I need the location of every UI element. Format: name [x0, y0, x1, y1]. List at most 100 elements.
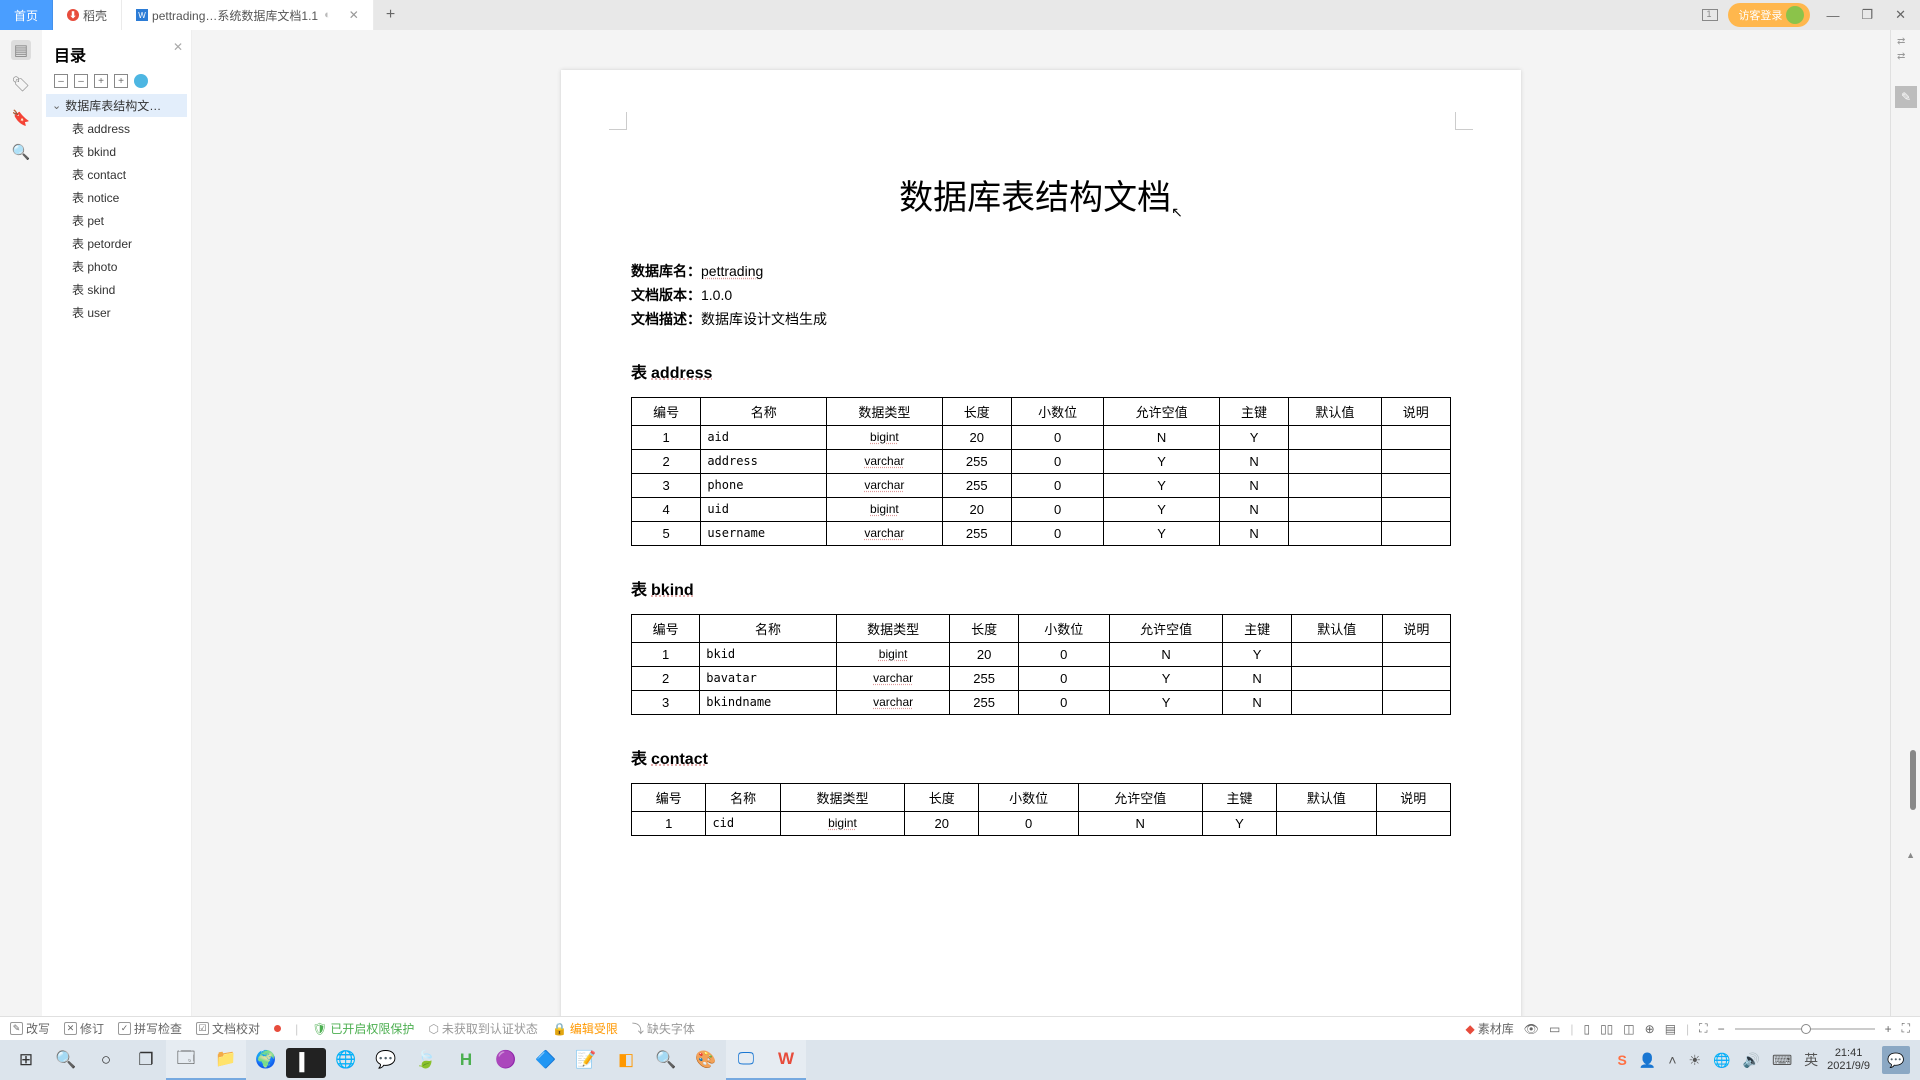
tray-network-icon[interactable]: 🌐: [1710, 1052, 1733, 1069]
minimize-button[interactable]: —: [1820, 8, 1845, 23]
zoom-knob[interactable]: [1801, 1024, 1811, 1034]
app-clover-icon[interactable]: 🔷: [526, 1040, 566, 1080]
tree-item-skind[interactable]: 表 skind: [46, 278, 187, 301]
search-icon[interactable]: 🔍: [11, 142, 31, 162]
edit-mode-icon[interactable]: ✎: [1895, 86, 1917, 108]
app-eclipse-icon[interactable]: 🟣: [486, 1040, 526, 1080]
start-button[interactable]: ⊞: [6, 1040, 46, 1080]
app-h-icon[interactable]: H: [446, 1040, 486, 1080]
status-spellcheck[interactable]: ✓拼写检查: [118, 1020, 182, 1037]
table-header: 主键: [1223, 614, 1291, 642]
eye-icon[interactable]: 👁: [1524, 1022, 1539, 1036]
tab-home[interactable]: 首页: [0, 0, 53, 30]
app-zoom-icon[interactable]: 🔍: [646, 1040, 686, 1080]
outline-title: 目录: [46, 38, 187, 72]
table-cell: 1: [632, 811, 706, 835]
layout-book-icon[interactable]: ◫: [1623, 1022, 1634, 1036]
tray-chevron-icon[interactable]: ˄: [1665, 1052, 1679, 1068]
layout-single-icon[interactable]: ▯: [1583, 1022, 1590, 1036]
tree-item-user[interactable]: 表 user: [46, 301, 187, 324]
tab-doke[interactable]: ⬇稻壳: [53, 0, 122, 30]
fullscreen-icon[interactable]: ⛶: [1902, 1021, 1910, 1036]
taskbar-search-icon[interactable]: 🔍: [46, 1040, 86, 1080]
app-wechat-icon[interactable]: 💬: [366, 1040, 406, 1080]
close-outline-icon[interactable]: ✕: [173, 40, 183, 54]
fit-width-icon[interactable]: ⛶: [1699, 1021, 1707, 1036]
scroll-up-icon[interactable]: ▲: [1906, 850, 1915, 860]
status-missing-font[interactable]: ⤵缺失字体: [632, 1020, 695, 1037]
zoom-out-button[interactable]: −: [1718, 1022, 1725, 1036]
table-header: 名称: [706, 783, 780, 811]
scrollbar-thumb[interactable]: [1910, 750, 1916, 810]
status-rights[interactable]: 🛡已开启权限保护: [312, 1020, 414, 1037]
expand2-icon[interactable]: +: [114, 74, 128, 88]
layout-web-icon[interactable]: ⊕: [1645, 1022, 1655, 1036]
table-cell: [1291, 690, 1382, 714]
tab-document[interactable]: W pettrading…系统数据库文档1.1 ◐ ✕: [122, 0, 374, 30]
view-page-icon[interactable]: ▭: [1549, 1022, 1560, 1036]
status-proofread[interactable]: ☑文档校对: [196, 1020, 260, 1037]
close-icon[interactable]: ✕: [349, 8, 359, 22]
close-window-button[interactable]: ✕: [1889, 7, 1912, 23]
table-cell: 0: [1018, 690, 1109, 714]
table-cell: [1277, 811, 1376, 835]
app-terminal-icon[interactable]: ▍: [286, 1048, 326, 1078]
zoom-in-button[interactable]: +: [1885, 1022, 1892, 1036]
status-revise[interactable]: ✕修订: [64, 1020, 104, 1037]
material-library[interactable]: ◆素材库: [1466, 1020, 1514, 1037]
app-leaf-icon[interactable]: 🍃: [406, 1040, 446, 1080]
document-canvas[interactable]: 数据库表结构文档↖ 数据库名：pettrading 文档版本：1.0.0 文档描…: [192, 30, 1890, 1040]
status-auth[interactable]: ⬡未获取到认证状态: [428, 1020, 538, 1037]
tray-volume-icon[interactable]: 🔊: [1740, 1052, 1763, 1069]
tray-sogou-icon[interactable]: S: [1615, 1052, 1630, 1068]
status-rewrite[interactable]: ✎改写: [10, 1020, 50, 1037]
tree-item-petorder[interactable]: 表 petorder: [46, 232, 187, 255]
tree-item-photo[interactable]: 表 photo: [46, 255, 187, 278]
app-cube-icon[interactable]: ◧: [606, 1040, 646, 1080]
app-notes-icon[interactable]: 📝: [566, 1040, 606, 1080]
app-chrome-icon[interactable]: 🌐: [326, 1040, 366, 1080]
table-header: 小数位: [1018, 614, 1109, 642]
window-count-icon[interactable]: [1702, 9, 1718, 21]
bookmark-icon[interactable]: 🔖: [11, 108, 31, 128]
sync-icon[interactable]: [134, 74, 148, 88]
outline-icon[interactable]: ▤: [11, 40, 31, 60]
app-wps-icon[interactable]: W: [766, 1040, 806, 1080]
zoom-slider[interactable]: [1735, 1028, 1875, 1030]
app-folder-icon[interactable]: 🗔: [166, 1040, 206, 1080]
cortana-icon[interactable]: ○: [86, 1040, 126, 1080]
tree-root[interactable]: 数据库表结构文…: [46, 94, 187, 117]
tag-icon[interactable]: 🏷: [11, 74, 31, 94]
table-header: 允许空值: [1104, 397, 1220, 425]
taskview-icon[interactable]: ❐: [126, 1040, 166, 1080]
login-button[interactable]: 访客登录: [1728, 3, 1810, 27]
tree-item-bkind[interactable]: 表 bkind: [46, 140, 187, 163]
tray-people-icon[interactable]: 👤: [1636, 1052, 1659, 1069]
layout-double-icon[interactable]: ▯▯: [1600, 1022, 1613, 1036]
table-cell: varchar: [827, 473, 943, 497]
table-cell: Y: [1219, 425, 1288, 449]
maximize-button[interactable]: ❐: [1855, 7, 1879, 23]
tree-item-notice[interactable]: 表 notice: [46, 186, 187, 209]
ruler-icon[interactable]: ⇄⇄: [1897, 36, 1905, 62]
expand-icon[interactable]: +: [94, 74, 108, 88]
status-restrict[interactable]: 🔒编辑受限: [552, 1020, 618, 1037]
tree-item-address[interactable]: 表 address: [46, 117, 187, 140]
taskbar-clock[interactable]: 21:41 2021/9/9: [1827, 1047, 1870, 1073]
tree-item-contact[interactable]: 表 contact: [46, 163, 187, 186]
app-paint-icon[interactable]: 🎨: [686, 1040, 726, 1080]
table-cell: bkid: [700, 642, 837, 666]
tray-ime-icon[interactable]: ⌨: [1769, 1052, 1795, 1069]
collapse-all-icon[interactable]: –: [54, 74, 68, 88]
notifications-icon[interactable]: 💬: [1882, 1046, 1910, 1074]
tray-lang-icon[interactable]: 英: [1801, 1050, 1821, 1070]
table-cell: N: [1078, 811, 1202, 835]
tray-sync-icon[interactable]: ☀: [1686, 1052, 1705, 1069]
app-screen-icon[interactable]: 🖵: [726, 1040, 766, 1080]
layout-outline-icon[interactable]: ▤: [1665, 1022, 1676, 1036]
tree-item-pet[interactable]: 表 pet: [46, 209, 187, 232]
expand-all-icon[interactable]: –: [74, 74, 88, 88]
app-explorer-icon[interactable]: 📁: [206, 1040, 246, 1080]
app-earth-icon[interactable]: 🌍: [246, 1040, 286, 1080]
new-tab-button[interactable]: +: [374, 6, 407, 24]
